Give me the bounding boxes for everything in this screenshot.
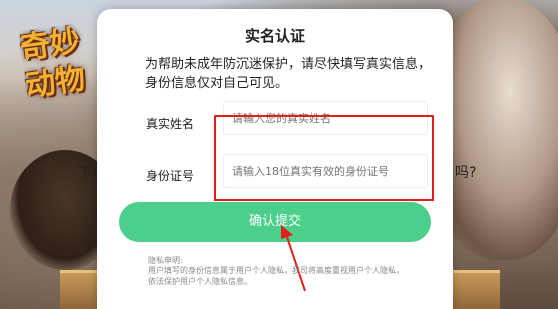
dialog-title: 实名认证 [244, 27, 305, 45]
privacy-text: 用户填写的身份信息属于用户个人隐私，我司将高度重视用户个人隐私，依法保护用户个人… [148, 266, 404, 286]
background-text-right: 吗? [455, 165, 477, 181]
real-name-auth-dialog: 实名认证 为帮助未成年防沉迷保护，请尽快填写真实信息，身份信息仅对自己可见。 真… [97, 9, 453, 309]
notice-text: 为帮助未成年防沉迷保护，请尽快填写真实信息，身份信息仅对自己可见。 [145, 57, 432, 91]
name-label: 真实姓名 [146, 117, 195, 131]
highlight-box [214, 115, 434, 201]
id-number-label: 身份证号 [146, 169, 195, 183]
